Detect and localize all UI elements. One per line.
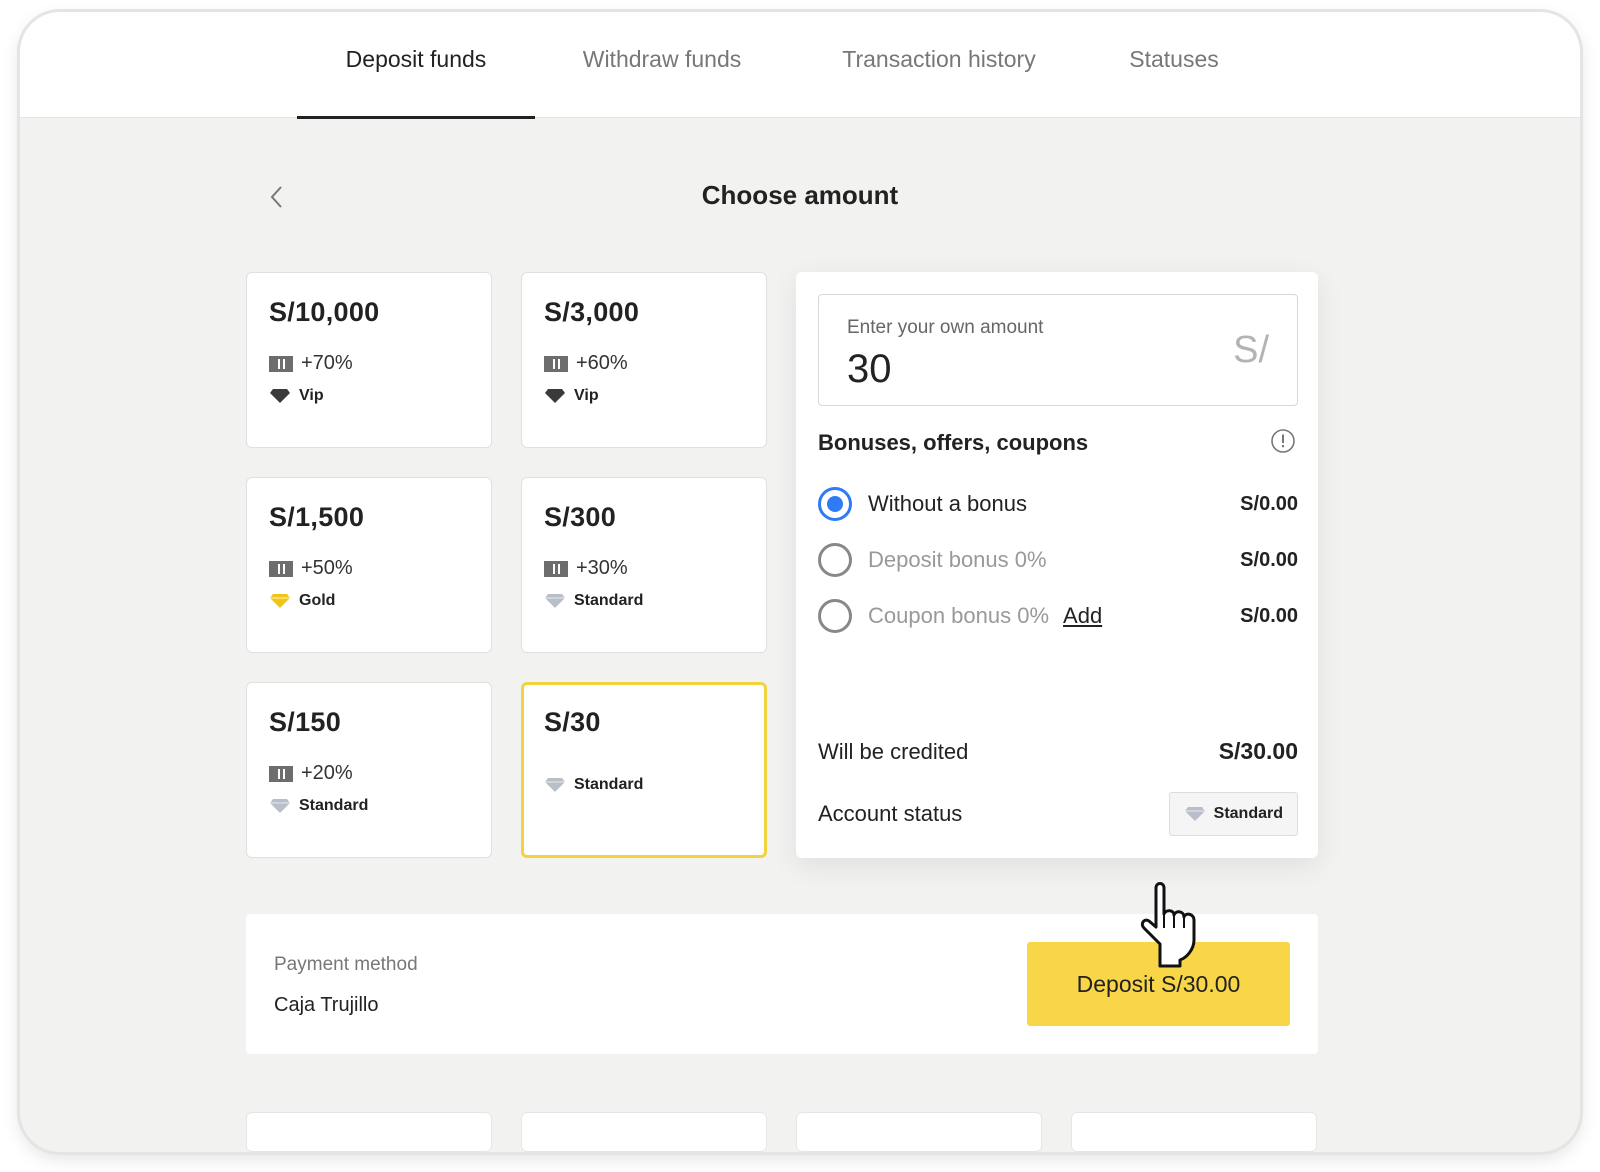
card-bonus-value: +70% <box>301 352 353 374</box>
card-bonus: +60% <box>544 352 744 375</box>
bonus-option-label: Coupon bonus 0% <box>868 603 1050 628</box>
tab-deposit-funds[interactable]: Deposit funds <box>297 12 535 119</box>
gold-diamond-icon <box>270 594 290 608</box>
card-bonus: +50% <box>269 557 469 580</box>
ticket-icon <box>269 765 293 782</box>
tab-bar: Deposit funds Withdraw funds Transaction… <box>20 12 1580 119</box>
card-status-label: Vip <box>299 387 324 404</box>
custom-amount-field[interactable]: Enter your own amount S/ <box>818 294 1298 406</box>
amount-card-150[interactable]: S/150 +20% Standard <box>246 682 492 858</box>
card-bonus: +70% <box>269 352 469 375</box>
amount-card-3000[interactable]: S/3,000 +60% Vip <box>521 272 767 448</box>
standard-diamond-icon <box>545 594 565 608</box>
page-title: Choose amount <box>701 180 899 210</box>
card-bonus-value: +20% <box>301 762 353 784</box>
standard-diamond-icon <box>270 799 290 813</box>
card-amount: S/150 <box>269 707 342 737</box>
card-bonus-value: +30% <box>576 557 628 579</box>
ticket-icon <box>269 560 293 577</box>
card-status: Vip <box>269 387 469 405</box>
account-status-row: Account status Standard <box>818 792 1298 836</box>
bonus-option-none[interactable]: Without a bonus S/0.00 <box>818 484 1298 524</box>
list-item <box>246 1112 492 1152</box>
credited-value: S/30.00 <box>1218 738 1298 764</box>
standard-diamond-icon <box>545 778 565 792</box>
radio-coupon-bonus[interactable] <box>818 599 852 633</box>
radio-without-bonus[interactable] <box>818 487 852 521</box>
bonus-option-label: Deposit bonus 0% <box>868 547 1047 572</box>
info-icon[interactable] <box>1270 428 1296 454</box>
amount-card-1500[interactable]: S/1,500 +50% Gold <box>246 477 492 653</box>
amount-card-300[interactable]: S/300 +30% Standard <box>521 477 767 653</box>
card-bonus-value: +60% <box>576 352 628 374</box>
amount-card-30[interactable]: S/30 Standard <box>521 682 767 858</box>
payment-method-label: Payment method <box>274 954 418 975</box>
list-item <box>1071 1112 1317 1152</box>
bonus-option-deposit[interactable]: Deposit bonus 0% S/0.00 <box>818 540 1298 580</box>
card-amount: S/10,000 <box>269 297 380 327</box>
currency-symbol: S/ <box>1233 329 1269 371</box>
custom-amount-input[interactable] <box>847 347 1187 392</box>
card-status-label: Vip <box>574 387 599 404</box>
credited-label: Will be credited <box>818 738 969 764</box>
add-coupon-link[interactable]: Add <box>1063 603 1102 629</box>
card-amount: S/300 <box>544 502 617 532</box>
bonus-option-value: S/0.00 <box>1240 492 1298 515</box>
card-status-label: Gold <box>299 592 336 609</box>
ticket-icon <box>544 355 568 372</box>
credited-row: Will be credited S/30.00 <box>818 738 1298 765</box>
vip-diamond-icon <box>545 389 565 403</box>
tab-withdraw-funds[interactable]: Withdraw funds <box>555 12 769 118</box>
ticket-icon <box>544 560 568 577</box>
card-status-label: Standard <box>574 592 644 609</box>
list-item <box>796 1112 1042 1152</box>
card-status: Standard <box>269 797 469 815</box>
list-item <box>521 1112 767 1152</box>
bonus-option-value: S/0.00 <box>1240 604 1298 627</box>
bonus-option-label: Without a bonus <box>868 491 1027 516</box>
ticket-icon <box>269 355 293 372</box>
status-badge-label: Standard <box>1213 805 1283 822</box>
bonuses-title: Bonuses, offers, coupons <box>818 430 1089 455</box>
card-status: Vip <box>544 387 744 405</box>
card-bonus-value: +50% <box>301 557 353 579</box>
amount-card-10000[interactable]: S/10,000 +70% Vip <box>246 272 492 448</box>
card-bonus: +20% <box>269 762 469 785</box>
card-amount: S/1,500 <box>269 502 365 532</box>
card-bonus: +30% <box>544 557 744 580</box>
hand-pointer-icon <box>1140 882 1196 968</box>
payment-method-value: Caja Trujillo <box>274 994 379 1016</box>
card-status: Standard <box>544 592 744 610</box>
tab-statuses[interactable]: Statuses <box>1109 12 1239 118</box>
bonus-option-value: S/0.00 <box>1240 548 1298 571</box>
card-status: Standard <box>544 776 744 794</box>
card-status: Gold <box>269 592 469 610</box>
radio-deposit-bonus[interactable] <box>818 543 852 577</box>
card-status-label: Standard <box>574 776 644 793</box>
app-window: Deposit funds Withdraw funds Transaction… <box>20 12 1580 1152</box>
bonus-option-coupon[interactable]: Coupon bonus 0% Add S/0.00 <box>818 596 1298 636</box>
amount-panel: Enter your own amount S/ Bonuses, offers… <box>796 272 1318 858</box>
vip-diamond-icon <box>270 389 290 403</box>
custom-amount-label: Enter your own amount <box>847 317 1044 338</box>
tab-transaction-history[interactable]: Transaction history <box>809 12 1069 118</box>
account-status-label: Account status <box>818 801 963 826</box>
card-amount: S/30 <box>544 707 601 737</box>
status-badge: Standard <box>1168 792 1298 836</box>
standard-diamond-icon <box>1184 807 1205 821</box>
card-status-label: Standard <box>299 797 369 814</box>
card-amount: S/3,000 <box>544 297 640 327</box>
